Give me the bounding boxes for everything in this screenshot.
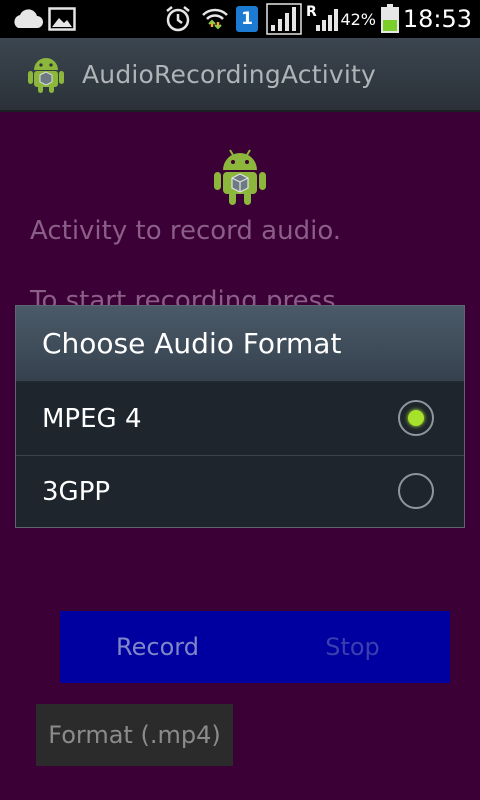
status-bar: 1 R 42% 18:53	[0, 0, 480, 38]
option-label: MPEG 4	[42, 404, 142, 434]
stop-button[interactable]: Stop	[255, 611, 450, 683]
cloud-icon	[10, 0, 44, 38]
sim-icon: 1	[236, 0, 258, 38]
description-text: Activity to record audio.	[30, 216, 342, 246]
record-button[interactable]: Record	[60, 611, 255, 683]
option-3gpp[interactable]: 3GPP	[16, 456, 464, 528]
wifi-icon	[200, 0, 230, 38]
record-controls: Record Stop	[60, 611, 450, 683]
app-title: AudioRecordingActivity	[82, 59, 376, 89]
signal-icon	[266, 0, 302, 38]
audio-format-dialog: Choose Audio Format MPEG 4 3GPP	[15, 305, 465, 528]
screen: 1 R 42% 18:53 AudioRecordingActivity Act…	[0, 0, 480, 800]
status-time: 18:53	[402, 5, 472, 33]
option-label: 3GPP	[42, 477, 111, 507]
alarm-icon	[164, 0, 192, 38]
radio-selected-icon[interactable]	[398, 400, 434, 436]
sim-badge: 1	[236, 6, 258, 32]
option-mpeg4[interactable]: MPEG 4	[16, 383, 464, 456]
gallery-icon	[48, 0, 76, 38]
radio-unselected-icon[interactable]	[398, 473, 434, 509]
dialog-title: Choose Audio Format	[16, 306, 464, 383]
android-logo-icon	[210, 144, 270, 208]
signal-roaming-icon	[314, 0, 340, 38]
radio-dot	[408, 410, 424, 426]
android-app-icon	[24, 52, 68, 96]
battery-percent: 42%	[340, 9, 376, 29]
battery-icon	[380, 0, 400, 38]
action-bar: AudioRecordingActivity	[0, 38, 480, 112]
format-button[interactable]: Format (.mp4)	[36, 704, 233, 766]
